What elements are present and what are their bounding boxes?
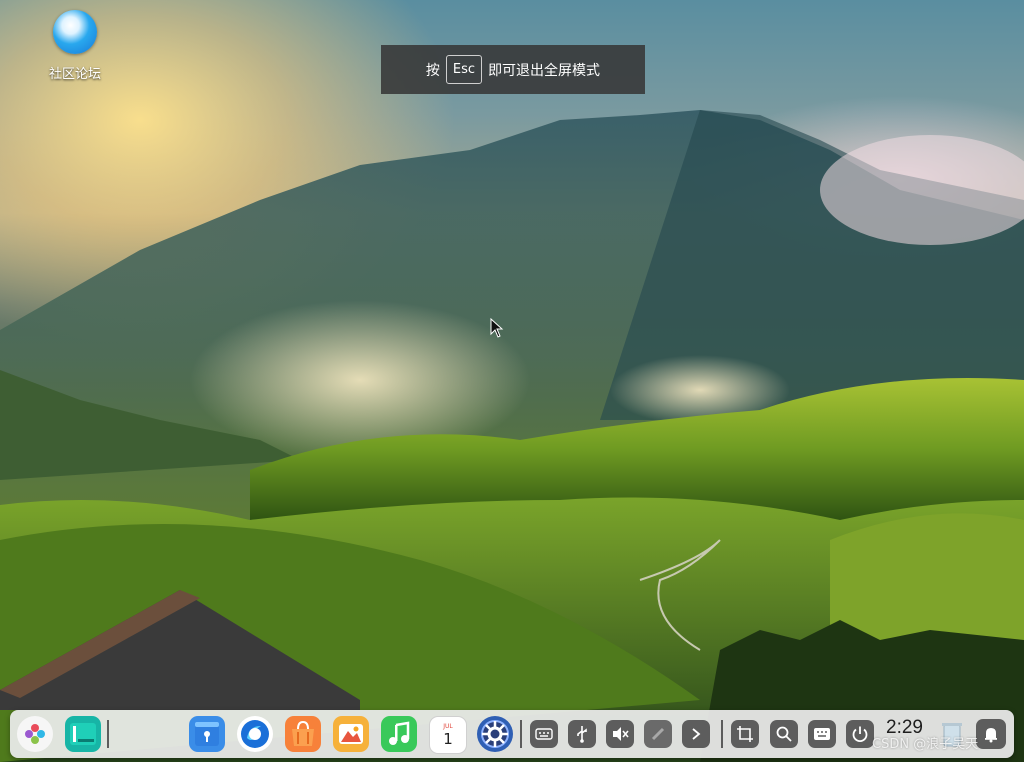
fullscreen-exit-notice: 按 Esc 即可退出全屏模式 bbox=[381, 45, 645, 94]
mouse-pointer-icon bbox=[490, 318, 504, 338]
notice-prefix: 按 bbox=[425, 62, 440, 79]
dock: JUL 1 2:29 bbox=[10, 710, 1014, 758]
watermark: CSDN @浪子吴天 bbox=[872, 737, 979, 752]
usb-device-button[interactable] bbox=[568, 720, 596, 748]
tray-expand-icon bbox=[692, 728, 701, 740]
esc-key-badge: Esc bbox=[445, 55, 483, 84]
music-button[interactable] bbox=[381, 716, 417, 752]
power-button[interactable] bbox=[846, 720, 874, 748]
launcher-button[interactable] bbox=[17, 716, 53, 752]
dock-separator bbox=[721, 720, 723, 748]
search-button[interactable] bbox=[770, 720, 798, 748]
network-button[interactable] bbox=[644, 720, 672, 748]
browser-icon bbox=[241, 720, 269, 748]
app-store-icon bbox=[292, 720, 314, 746]
volume-button[interactable] bbox=[606, 720, 634, 748]
keyboard-layout-button[interactable] bbox=[530, 720, 558, 748]
launcher-icon bbox=[25, 724, 45, 744]
music-icon bbox=[389, 721, 410, 745]
wallpaper-roof bbox=[0, 590, 360, 710]
image-viewer-button[interactable] bbox=[333, 716, 369, 752]
onscreen-keyboard-button[interactable] bbox=[808, 720, 836, 748]
deepin-forum-icon bbox=[53, 10, 97, 54]
calendar-day: 1 bbox=[443, 730, 453, 748]
notification-center-button[interactable] bbox=[976, 719, 1006, 749]
dock-separator bbox=[107, 720, 109, 748]
tray-expand-button[interactable] bbox=[682, 720, 710, 748]
multitasking-view-button[interactable] bbox=[65, 716, 101, 752]
screenshot-icon bbox=[737, 726, 753, 742]
image-viewer-icon bbox=[339, 724, 363, 744]
control-center-button[interactable] bbox=[477, 716, 513, 752]
network-disconnected-icon bbox=[651, 727, 665, 741]
volume-muted-icon bbox=[613, 727, 629, 741]
calendar-icon: JUL 1 bbox=[442, 723, 453, 748]
multitasking-view-icon bbox=[70, 723, 96, 745]
file-manager-icon bbox=[195, 722, 219, 746]
desktop-icon-forum[interactable]: 社区论坛 bbox=[40, 10, 110, 82]
keyboard-icon bbox=[535, 728, 553, 740]
usb-icon bbox=[577, 726, 587, 743]
notice-suffix: 即可退出全屏模式 bbox=[488, 62, 601, 79]
browser-button[interactable] bbox=[237, 716, 273, 752]
search-icon bbox=[776, 726, 792, 742]
app-store-button[interactable] bbox=[285, 716, 321, 752]
calendar-button[interactable]: JUL 1 bbox=[429, 716, 467, 754]
file-manager-button[interactable] bbox=[189, 716, 225, 752]
screenshot-button[interactable] bbox=[731, 720, 759, 748]
notification-icon bbox=[985, 728, 997, 743]
desktop-icon-label: 社区论坛 bbox=[48, 67, 101, 82]
dock-separator bbox=[520, 720, 522, 748]
onscreen-keyboard-icon bbox=[814, 728, 830, 740]
calendar-month: JUL bbox=[442, 723, 453, 730]
power-icon bbox=[852, 726, 868, 743]
control-center-icon bbox=[481, 720, 509, 748]
